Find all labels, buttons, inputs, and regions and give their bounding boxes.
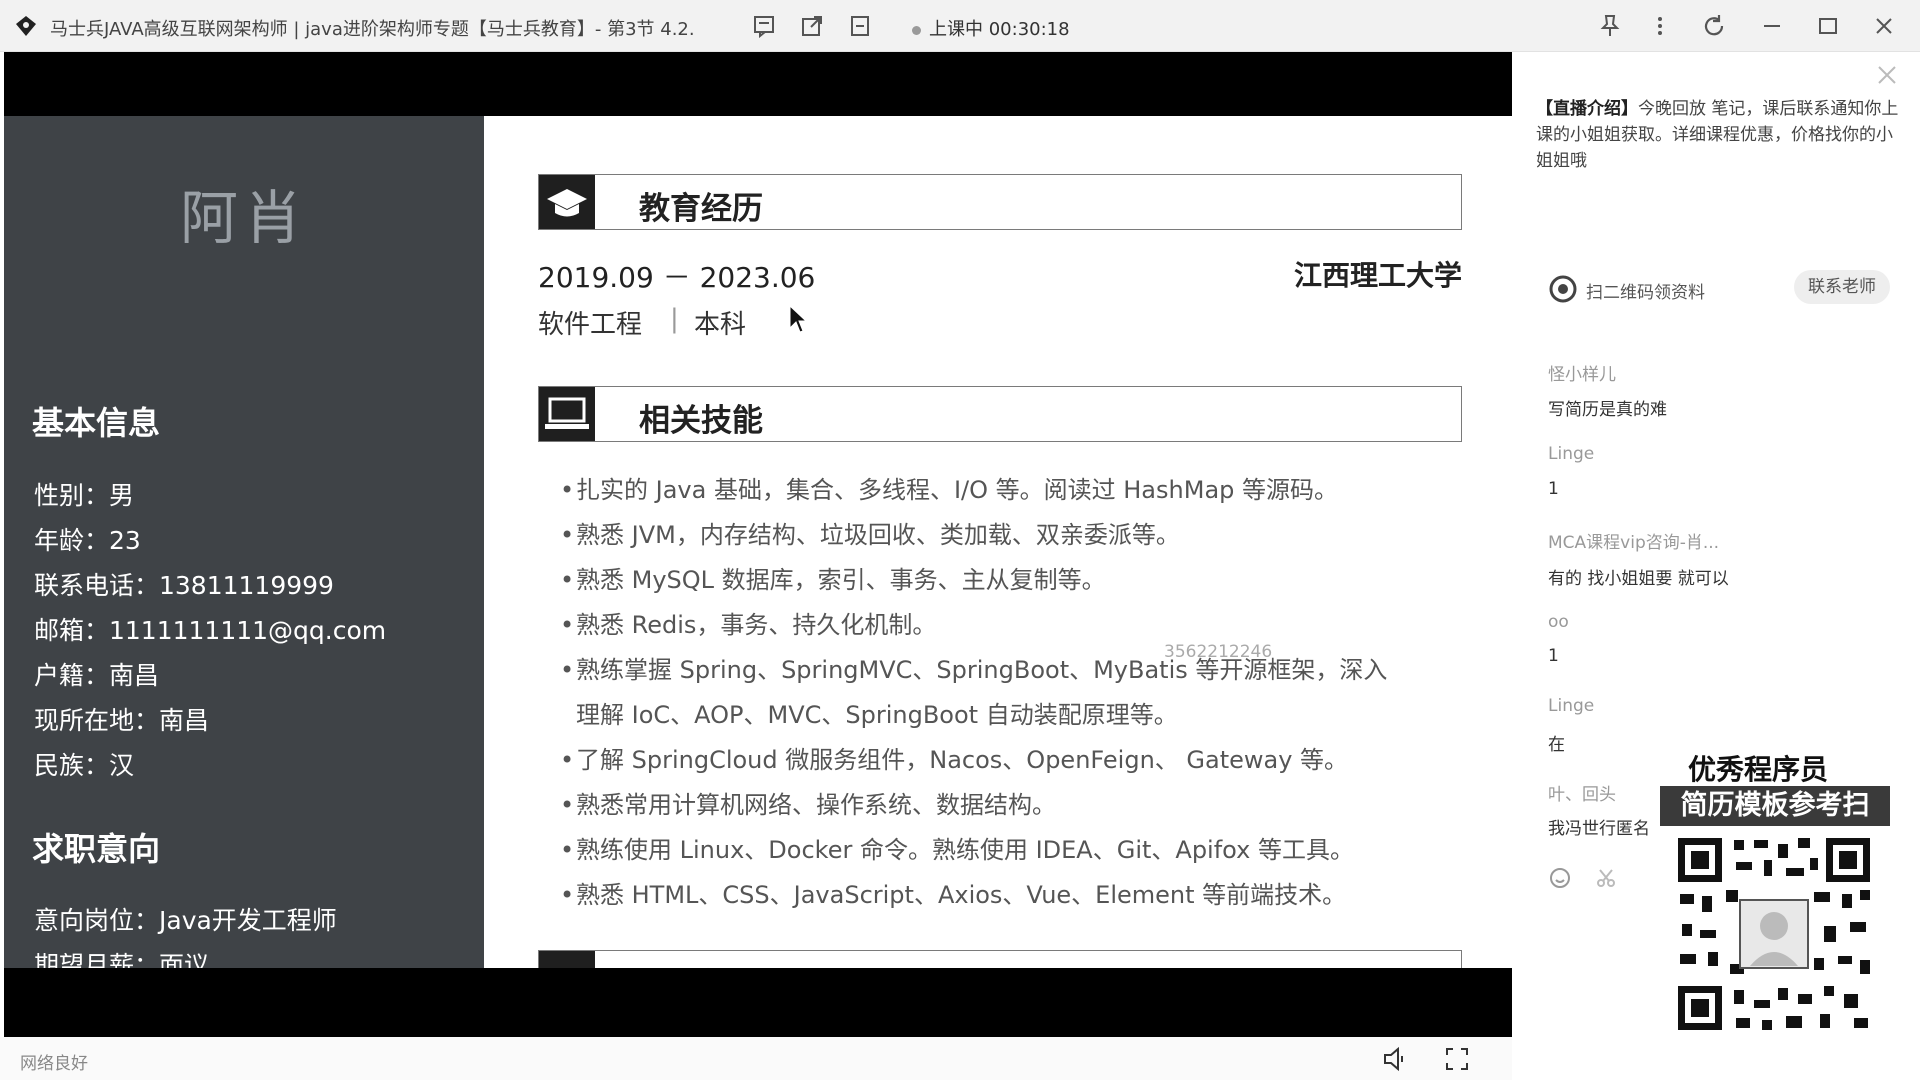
project-heading: 项目经历 <box>639 959 763 968</box>
qr-scan-icon <box>1549 275 1577 303</box>
education-school: 江西理工大学 <box>1294 259 1463 292</box>
skill-item: •熟悉 Redis，事务、持久化机制。 <box>560 611 937 639</box>
basic-info-heading: 基本信息 <box>32 404 161 442</box>
qr-promo: 优秀程序员 简历模板参考扫 <box>1660 742 1920 1080</box>
skill-item: •熟悉常用计算机网络、操作系统、数据结构。 <box>560 791 1056 819</box>
skills-heading: 相关技能 <box>639 403 763 439</box>
chat-message: 在 <box>1548 735 1565 755</box>
live-dot-icon <box>912 25 921 35</box>
job-intent-line: 意向岗位：Java开发工程师 <box>34 906 337 935</box>
close-panel-icon[interactable] <box>1874 62 1900 88</box>
pin-icon[interactable] <box>1596 12 1624 40</box>
education-major: 软件工程 <box>538 310 643 340</box>
app-logo-icon <box>16 16 36 36</box>
skills-section-header: 相关技能 <box>538 386 1462 442</box>
laptop-icon <box>539 387 595 441</box>
volume-icon[interactable] <box>1382 1046 1410 1072</box>
chat-username: 叶、回头 <box>1548 785 1616 805</box>
project-icon <box>539 951 595 968</box>
emoji-icon[interactable] <box>1548 866 1572 890</box>
live-status-text: 上课中 00:30:18 <box>929 19 1070 40</box>
player-bottom-bar: 网络良好 <box>0 1037 1512 1080</box>
chat-username: MCA课程vip咨询-肖... <box>1548 533 1720 553</box>
education-section-header: 教育经历 <box>538 174 1462 230</box>
maximize-icon[interactable] <box>1814 12 1842 40</box>
graduation-cap-icon <box>539 175 595 229</box>
qr-text: 扫二维码领资料 <box>1586 283 1705 303</box>
job-intent-heading: 求职意向 <box>32 830 161 868</box>
chat-message: 写简历是真的难 <box>1548 400 1667 420</box>
window-title: 马士兵JAVA高级互联网架构师 | java进阶架构师专题【马士兵教育】- 第3… <box>50 19 695 40</box>
minimize-icon[interactable] <box>1758 12 1786 40</box>
contact-teacher-button[interactable]: 联系老师 <box>1794 270 1890 304</box>
skill-item-continued: 理解 IoC、AOP、MVC、SpringBoot 自动装配原理等。 <box>576 701 1178 729</box>
skill-item: •了解 SpringCloud 微服务组件，Nacos、OpenFeign、 G… <box>560 746 1349 774</box>
resume-sidebar: 阿肖 基本信息 性别：男 年龄：23 联系电话：13811119999 邮箱：1… <box>4 116 484 968</box>
skill-item: •熟练使用 Linux、Docker 命令。熟练使用 IDEA、Git、Apif… <box>560 836 1354 864</box>
promo-line-2: 简历模板参考扫 <box>1660 786 1890 826</box>
more-icon[interactable] <box>1646 12 1674 40</box>
basic-info-line: 民族：汉 <box>34 751 135 780</box>
skill-item: •熟悉 JVM，内存结构、垃圾回收、类加载、双亲委派等。 <box>560 521 1180 549</box>
job-intent-line: 期望月薪：面议 <box>34 951 210 968</box>
chat-message: 1 <box>1548 479 1559 499</box>
project-section-header: 项目经历 <box>538 950 1462 968</box>
chat-message: 有的 找小姐姐要 就可以 <box>1548 569 1729 589</box>
promo-line-1: 优秀程序员 <box>1688 753 1829 786</box>
close-icon[interactable] <box>1870 12 1898 40</box>
chat-username: Linge <box>1548 444 1595 464</box>
chat-username: oo <box>1548 612 1569 632</box>
document-icon[interactable] <box>848 14 872 38</box>
basic-info-line: 户籍：南昌 <box>34 661 160 690</box>
skill-item: •熟悉 HTML、CSS、JavaScript、Axios、Vue、Elemen… <box>560 881 1347 909</box>
watermark-number: 3562212246 <box>1164 642 1273 662</box>
live-status: 上课中 00:30:18 <box>912 15 1070 41</box>
basic-info-line: 性别：男 <box>34 481 135 510</box>
chat-message: 我冯世行匿名 <box>1548 819 1650 839</box>
qr-code-image <box>1674 834 1874 1034</box>
live-intro-label: 【直播介绍】 <box>1536 99 1638 119</box>
education-degree: 本科 <box>694 310 747 340</box>
title-bar: 马士兵JAVA高级互联网架构师 | java进阶架构师专题【马士兵教育】- 第3… <box>0 0 1920 52</box>
scissors-icon[interactable] <box>1594 866 1618 890</box>
basic-info-line: 年龄：23 <box>34 526 141 555</box>
share-icon[interactable] <box>800 14 824 38</box>
network-status: 网络良好 <box>20 1054 88 1074</box>
skill-item: •熟悉 MySQL 数据库，索引、事务、主从复制等。 <box>560 566 1106 594</box>
education-period: 2019.09 － 2023.06 <box>538 261 816 294</box>
mouse-cursor-icon <box>789 304 808 333</box>
chat-message: 1 <box>1548 646 1559 666</box>
education-separator: | <box>670 304 679 334</box>
chat-username: 怪小样儿 <box>1548 365 1616 385</box>
education-heading: 教育经历 <box>639 191 763 227</box>
basic-info-line: 邮箱：1111111111@qq.com <box>34 616 387 645</box>
fullscreen-icon[interactable] <box>1444 1046 1470 1072</box>
basic-info-line: 联系电话：13811119999 <box>34 571 334 600</box>
skill-item: •扎实的 Java 基础，集合、多线程、I/O 等。阅读过 HashMap 等源… <box>560 476 1339 504</box>
resume-slide: 阿肖 基本信息 性别：男 年龄：23 联系电话：13811119999 邮箱：1… <box>4 116 1512 968</box>
chat-username: Linge <box>1548 696 1595 716</box>
resume-name: 阿肖 <box>179 184 308 252</box>
live-intro: 【直播介绍】今晚回放 笔记，课后联系通知你上课的小姐姐获取。详细课程优惠，价格找… <box>1536 96 1906 174</box>
basic-info-line: 现所在地：南昌 <box>34 706 210 735</box>
note-icon[interactable] <box>752 14 776 38</box>
refresh-icon[interactable] <box>1700 12 1728 40</box>
